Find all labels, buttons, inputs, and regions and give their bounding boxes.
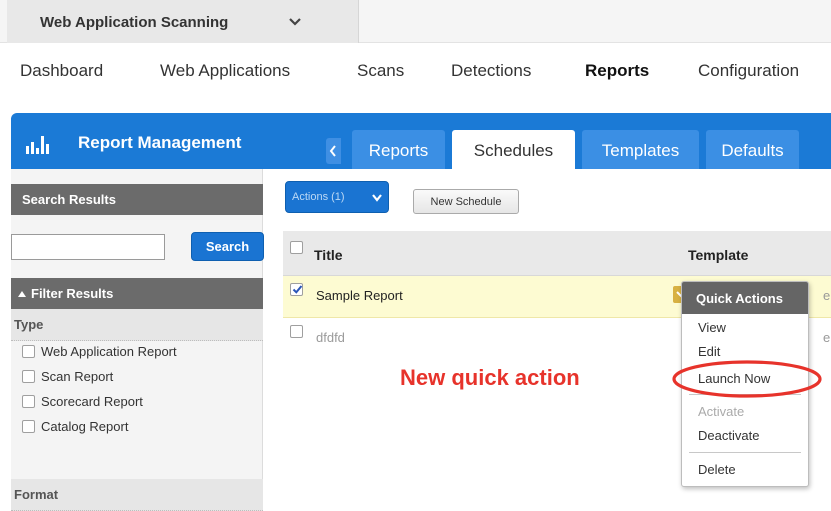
menu-item-view[interactable]: View <box>698 320 726 335</box>
type-option-label: Scorecard Report <box>41 394 143 409</box>
checkbox[interactable] <box>22 395 35 408</box>
tabs-scroll-left-button[interactable] <box>326 138 341 164</box>
search-results-header: Search Results <box>11 184 263 215</box>
nav-dashboard[interactable]: Dashboard <box>20 61 103 81</box>
menu-divider <box>689 452 801 453</box>
table-header: Title Template <box>283 231 831 276</box>
tab-reports[interactable]: Reports <box>352 130 445 169</box>
type-option-label: Web Application Report <box>41 344 177 359</box>
row-checkbox[interactable] <box>290 283 303 296</box>
filter-results-title: Filter Results <box>31 286 114 301</box>
row-checkbox[interactable] <box>290 325 303 338</box>
chevron-down-icon <box>372 194 382 202</box>
nav-detections[interactable]: Detections <box>451 61 531 81</box>
product-bar: Web Application Scanning <box>0 0 831 43</box>
filter-sidebar: Search Results Search Filter Results Typ… <box>11 169 264 511</box>
chevron-left-icon <box>329 145 336 157</box>
nav-web-applications[interactable]: Web Applications <box>160 61 290 81</box>
menu-item-activate: Activate <box>698 404 745 419</box>
checkbox[interactable] <box>22 370 35 383</box>
type-filter-title: Type <box>14 317 44 332</box>
column-header-template[interactable]: Template <box>688 247 748 263</box>
row-title[interactable]: Sample Report <box>316 288 403 303</box>
tab-defaults[interactable]: Defaults <box>706 130 799 169</box>
nav-reports[interactable]: Reports <box>585 61 649 81</box>
checkmark-icon <box>292 285 303 294</box>
actions-label: Actions (1) <box>292 191 345 203</box>
actions-dropdown-button[interactable]: Actions (1) <box>285 181 389 213</box>
type-option-label: Scan Report <box>41 369 114 384</box>
format-filter-title: Format <box>14 487 59 502</box>
type-filter-header[interactable]: Type <box>11 309 263 341</box>
annotation-text: New quick action <box>400 365 580 390</box>
quick-actions-header: Quick Actions <box>682 282 808 314</box>
row-template: ep <box>823 330 831 345</box>
menu-item-deactivate[interactable]: Deactivate <box>698 428 759 443</box>
search-button[interactable]: Search <box>191 232 264 261</box>
new-schedule-button[interactable]: New Schedule <box>413 189 519 214</box>
row-title[interactable]: dfdfd <box>316 330 345 345</box>
select-all-checkbox[interactable] <box>290 241 303 254</box>
tab-templates[interactable]: Templates <box>582 130 699 169</box>
app-switcher[interactable]: Web Application Scanning <box>7 0 359 43</box>
main-nav: Dashboard Web Applications Scans Detecti… <box>0 44 831 96</box>
nav-configuration[interactable]: Configuration <box>698 61 799 81</box>
bar-chart-icon <box>26 136 49 154</box>
filter-results-toggle[interactable]: Filter Results <box>11 278 263 309</box>
nav-scans[interactable]: Scans <box>357 61 404 81</box>
quick-actions-title: Quick Actions <box>696 291 783 306</box>
module-header: Report Management Reports Schedules Temp… <box>11 113 831 169</box>
tab-schedules[interactable]: Schedules <box>452 130 575 169</box>
search-results-title: Search Results <box>22 192 116 207</box>
app-switcher-label: Web Application Scanning <box>40 14 229 31</box>
search-input[interactable] <box>11 234 165 260</box>
menu-item-edit[interactable]: Edit <box>698 344 720 359</box>
collapse-arrow-icon <box>18 291 26 297</box>
chevron-down-icon <box>289 18 301 26</box>
format-filter-header[interactable]: Format <box>11 479 263 511</box>
highlight-ellipse <box>672 360 822 398</box>
module-title: Report Management <box>78 133 242 152</box>
row-template: ep <box>823 288 831 303</box>
type-option-label: Catalog Report <box>41 419 129 434</box>
menu-item-delete[interactable]: Delete <box>698 462 736 477</box>
checkbox[interactable] <box>22 420 35 433</box>
column-header-title[interactable]: Title <box>314 247 343 263</box>
checkbox[interactable] <box>22 345 35 358</box>
